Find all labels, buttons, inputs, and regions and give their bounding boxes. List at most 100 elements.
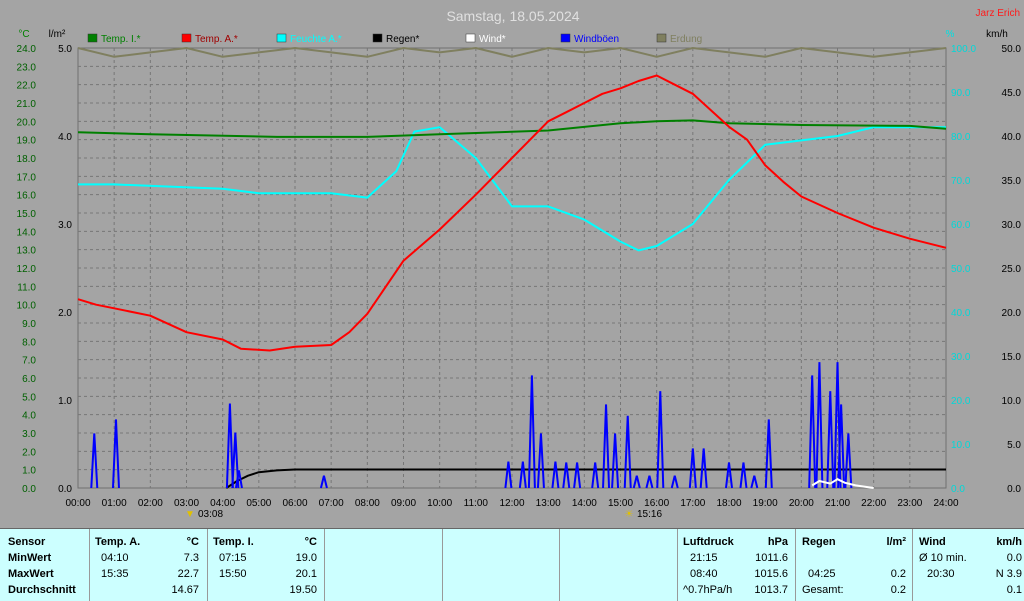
chart-title: Samstag, 18.05.2024 <box>446 8 579 24</box>
rain-max-time: 04:25 <box>808 568 836 580</box>
wind-tick-label: 45.0 <box>1002 88 1022 99</box>
wind-tick-label: 35.0 <box>1002 176 1022 187</box>
wind-tick-label: 5.0 <box>1007 440 1021 451</box>
wind-tick-label: 0.0 <box>1007 484 1021 495</box>
temp-tick-label: 0.0 <box>22 484 36 495</box>
wind-tick-label: 40.0 <box>1002 132 1022 143</box>
rain-tick-label: 2.0 <box>58 308 72 319</box>
temp-tick-label: 23.0 <box>17 62 37 73</box>
x-tick-label: 06:00 <box>282 498 307 509</box>
min-marker-icon: ▼ <box>185 509 195 520</box>
stats-table: Sensor MinWert MaxWert Durchschnitt Temp… <box>0 528 1024 601</box>
legend-label: Regen* <box>386 34 419 45</box>
temp-a-max: 22.7 <box>177 568 199 580</box>
wind-tick-label: 30.0 <box>1002 220 1022 231</box>
legend-label: Feuchte A.* <box>290 34 342 45</box>
temp-tick-label: 9.0 <box>22 319 36 330</box>
x-tick-label: 07:00 <box>319 498 344 509</box>
rain-tick-label: 0.0 <box>58 484 72 495</box>
temp-tick-label: 17.0 <box>17 172 37 183</box>
x-tick-label: 17:00 <box>680 498 705 509</box>
temp-a-header: Temp. A. <box>95 536 141 548</box>
wind-tick-label: 15.0 <box>1002 352 1022 363</box>
humidity-tick-label: 10.0 <box>951 440 971 451</box>
x-tick-label: 21:00 <box>825 498 850 509</box>
pressure-header: Luftdruck <box>683 536 734 548</box>
row-label-sensor: Sensor <box>8 536 46 548</box>
temp-tick-label: 22.0 <box>17 81 37 92</box>
unit-temp: °C <box>18 29 29 40</box>
temp-tick-label: 13.0 <box>17 246 37 257</box>
col-divider <box>89 529 90 601</box>
unit-rain: l/m² <box>49 29 66 40</box>
x-tick-label: 08:00 <box>355 498 380 509</box>
rain-tick-label: 3.0 <box>58 220 72 231</box>
temp-a-avg: 14.67 <box>171 584 199 596</box>
temp-i-unit: °C <box>304 536 317 548</box>
temp-tick-label: 18.0 <box>17 154 37 165</box>
min-marker-time: 03:08 <box>198 509 223 520</box>
temp-a-unit: °C <box>186 536 199 548</box>
rain-tick-label: 4.0 <box>58 132 72 143</box>
pressure-unit: hPa <box>767 536 788 548</box>
temp-a-max-time: 15:35 <box>101 568 129 580</box>
temp-a-min-time: 04:10 <box>101 552 129 564</box>
col-divider <box>324 529 325 601</box>
x-tick-label: 09:00 <box>391 498 416 509</box>
humidity-tick-label: 90.0 <box>951 88 971 99</box>
legend-swatch <box>372 33 383 43</box>
temp-tick-label: 4.0 <box>22 411 36 422</box>
x-tick-label: 14:00 <box>572 498 597 509</box>
author-label: Jarz Erich <box>976 8 1020 19</box>
x-tick-label: 20:00 <box>789 498 814 509</box>
col-divider <box>795 529 796 601</box>
pressure-max-time: 08:40 <box>690 568 718 580</box>
temp-tick-label: 7.0 <box>22 356 36 367</box>
wind-tick-label: 25.0 <box>1002 264 1022 275</box>
temp-tick-label: 10.0 <box>17 301 37 312</box>
unit-humidity: % <box>946 29 955 40</box>
temp-i-min: 19.0 <box>295 552 317 564</box>
x-tick-label: 15:00 <box>608 498 633 509</box>
legend-swatch <box>276 33 287 43</box>
legend-swatch <box>181 33 192 43</box>
legend-label: Windböen <box>574 34 619 45</box>
x-tick-label: 24:00 <box>933 498 958 509</box>
temp-i-avg: 19.50 <box>289 584 317 596</box>
max-marker-icon: ☀ <box>625 509 634 520</box>
legend-label: Temp. A.* <box>195 34 238 45</box>
temp-tick-label: 8.0 <box>22 337 36 348</box>
temp-tick-label: 3.0 <box>22 429 36 440</box>
temp-i-min-time: 07:15 <box>219 552 247 564</box>
temp-tick-label: 11.0 <box>17 282 36 293</box>
x-tick-label: 13:00 <box>536 498 561 509</box>
pressure-min-time: 21:15 <box>690 552 718 564</box>
legend-label: Erdung <box>670 34 702 45</box>
wind-header: Wind <box>919 536 946 548</box>
rain-unit: l/m² <box>886 536 906 548</box>
x-tick-label: 02:00 <box>138 498 163 509</box>
rain-total: 0.2 <box>890 584 906 596</box>
rain-header: Regen <box>802 536 836 548</box>
wind-tick-label: 50.0 <box>1002 44 1022 55</box>
temp-tick-label: 21.0 <box>17 99 37 110</box>
row-label-max: MaxWert <box>8 568 54 580</box>
temp-tick-label: 15.0 <box>17 209 37 220</box>
x-tick-label: 22:00 <box>861 498 886 509</box>
x-tick-label: 01:00 <box>102 498 127 509</box>
wind-avg: 0.0 <box>1006 552 1022 564</box>
humidity-tick-label: 70.0 <box>951 176 971 187</box>
temp-tick-label: 5.0 <box>22 392 36 403</box>
col-divider <box>559 529 560 601</box>
temp-tick-label: 1.0 <box>22 466 36 477</box>
temp-tick-label: 24.0 <box>17 44 37 55</box>
col-divider <box>912 529 913 601</box>
x-tick-label: 10:00 <box>427 498 452 509</box>
legend-swatch <box>87 33 98 43</box>
col-divider <box>442 529 443 601</box>
temp-tick-label: 12.0 <box>17 264 37 275</box>
x-tick-label: 04:00 <box>210 498 235 509</box>
temp-tick-label: 20.0 <box>17 117 37 128</box>
legend-label: Wind* <box>479 34 506 45</box>
min-max-markers: ▼ 03:08 ☀ 15:16 <box>185 509 662 520</box>
